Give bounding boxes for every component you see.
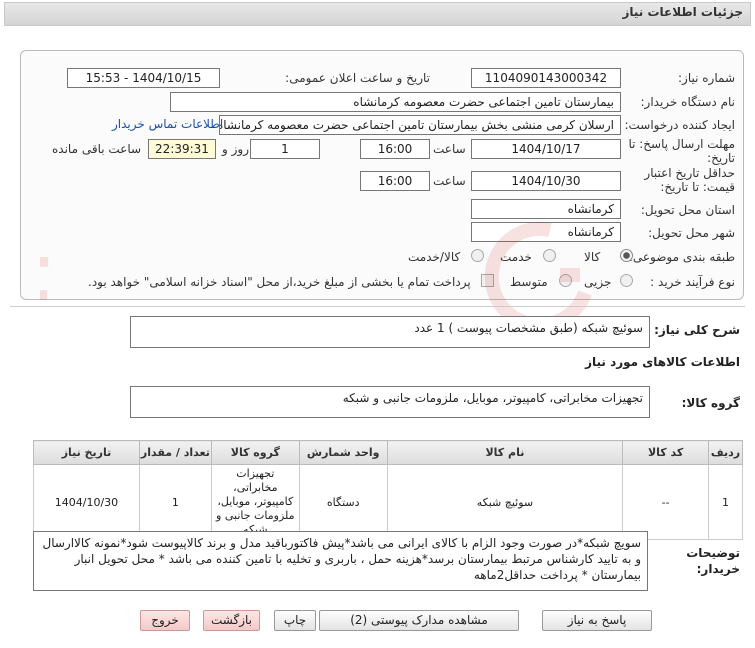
back-button[interactable]: بازگشت: [203, 610, 260, 631]
validity-label-1: حداقل تاریخ اعتبار: [644, 166, 735, 180]
announce-label: تاریخ و ساعت اعلان عمومی:: [285, 71, 430, 85]
col-unit: واحد شمارش: [298, 440, 388, 465]
col-code: کد کالا: [622, 440, 710, 465]
remaining-time-field: 22:39:31: [148, 139, 216, 159]
category-label: طبقه بندی موضوعی:: [628, 250, 735, 264]
need-number-field[interactable]: 1104090143000342: [471, 68, 621, 88]
print-button[interactable]: چاپ: [274, 610, 316, 631]
cell-row: 1: [708, 464, 743, 540]
page-title: جزئیات اطلاعات نیاز: [622, 5, 743, 19]
category-goods-radio[interactable]: [620, 249, 633, 262]
city-label: شهر محل تحویل:: [648, 226, 735, 240]
category-goods-label: کالا: [584, 250, 601, 264]
province-field[interactable]: کرمانشاه: [471, 199, 621, 219]
deadline-time-field[interactable]: 16:00: [360, 139, 430, 159]
announce-field[interactable]: 1404/10/15 - 15:53: [67, 68, 220, 88]
treasury-payment-checkbox[interactable]: [481, 274, 494, 287]
col-quantity: تعداد / مقدار: [138, 440, 212, 465]
summary-label: شرح کلی نیاز:: [654, 323, 740, 337]
category-both-radio[interactable]: [471, 249, 484, 262]
validity-time-field[interactable]: 16:00: [360, 171, 430, 191]
days-label: روز و: [222, 142, 249, 156]
deadline-label-2: تاریخ:: [707, 151, 735, 165]
buyer-field[interactable]: بیمارستان تامین اجتماعی حضرت معصومه کرما…: [170, 92, 621, 112]
cell-group: تجهیزات مخابراتی، کامپیوتر، موبایل، ملزو…: [210, 464, 300, 540]
process-label: نوع فرآیند خرید :: [650, 275, 735, 289]
col-group: گروه کالا: [210, 440, 300, 465]
requester-field[interactable]: ارسلان کرمی منشی بخش بیمارستان تامین اجت…: [219, 115, 621, 135]
process-medium-radio[interactable]: [559, 274, 572, 287]
goods-section-title: اطلاعات کالاهای مورد نیاز: [585, 355, 740, 369]
validity-label-2: قیمت: تا تاریخ:: [660, 180, 735, 194]
city-field[interactable]: کرمانشاه: [471, 222, 621, 242]
goods-table: ردیف کد کالا نام کالا واحد شمارش گروه کا…: [33, 440, 743, 540]
col-name: نام کالا: [386, 440, 624, 465]
notes-label-2: خریدار:: [696, 562, 740, 576]
goods-group-label: گروه کالا:: [681, 396, 740, 410]
col-row: ردیف: [708, 440, 743, 465]
process-small-radio[interactable]: [620, 274, 633, 287]
category-service-label: خدمت: [500, 250, 532, 264]
exit-button[interactable]: خروج: [140, 610, 190, 631]
summary-field[interactable]: سوئیچ شبکه (طبق مشخصات پیوست ) 1 عدد: [130, 316, 650, 348]
process-medium-label: متوسط: [510, 275, 548, 289]
treasury-payment-note: پرداخت تمام یا بخشی از مبلغ خرید،از محل …: [88, 275, 471, 289]
category-both-label: کالا/خدمت: [408, 250, 461, 264]
cell-name: سوئیچ شبکه: [386, 464, 624, 540]
validity-date-field[interactable]: 1404/10/30: [471, 171, 621, 191]
buyer-label: نام دستگاه خریدار:: [640, 95, 736, 109]
goods-table-header: ردیف کد کالا نام کالا واحد شمارش گروه کا…: [33, 440, 743, 465]
col-date: تاریخ نیاز: [33, 440, 140, 465]
buyer-contact-link[interactable]: اطلاعات تماس خریدار: [112, 117, 223, 131]
notes-field[interactable]: سویچ شبکه*در صورت وجود الزام با کالای ای…: [33, 531, 648, 591]
deadline-label-1: مهلت ارسال پاسخ: تا: [628, 137, 735, 151]
title-bar: جزئیات اطلاعات نیاز: [0, 0, 755, 40]
cell-code: --: [622, 464, 710, 540]
province-label: استان محل تحویل:: [640, 203, 735, 217]
deadline-time-label: ساعت: [433, 142, 466, 156]
goods-group-field[interactable]: تجهیزات مخابراتی، کامپیوتر، موبایل، ملزو…: [130, 386, 650, 418]
cell-quantity: 1: [138, 464, 212, 540]
cell-date: 1404/10/30: [33, 464, 140, 540]
remaining-label: ساعت باقی مانده: [52, 142, 142, 156]
deadline-date-field[interactable]: 1404/10/17: [471, 139, 621, 159]
need-number-label: شماره نیاز:: [678, 71, 735, 85]
requester-label: ایجاد کننده درخواست:: [624, 118, 735, 132]
process-small-label: جزیی: [584, 275, 612, 289]
validity-time-label: ساعت: [433, 174, 466, 188]
category-service-radio[interactable]: [543, 249, 556, 262]
reply-button[interactable]: پاسخ به نیاز: [542, 610, 652, 631]
table-row[interactable]: 1 -- سوئیچ شبکه دستگاه تجهیزات مخابراتی،…: [33, 464, 743, 540]
section-divider: [10, 306, 745, 307]
attachments-button[interactable]: مشاهده مدارک پیوستی (2): [319, 610, 519, 631]
days-field[interactable]: 1: [250, 139, 320, 159]
notes-label-1: توضیحات: [686, 546, 740, 560]
cell-unit: دستگاه: [298, 464, 388, 540]
